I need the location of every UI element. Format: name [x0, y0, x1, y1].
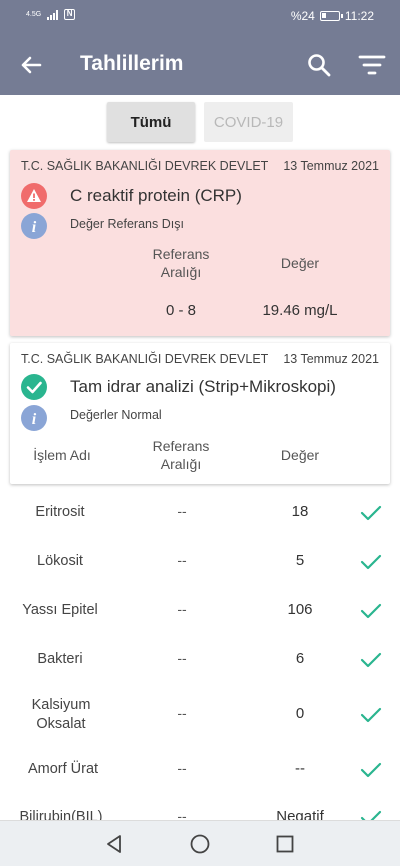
check-circle-icon [21, 374, 47, 400]
result-value: 19.46 mg/L [262, 302, 338, 319]
svg-text:i: i [32, 219, 37, 236]
result-date: 13 Temmuz 2021 [283, 159, 379, 173]
check-icon [360, 652, 382, 668]
check-icon [360, 707, 382, 723]
result-reference: -- [177, 503, 187, 519]
result-value: 6 [295, 650, 305, 667]
result-status: Değerler Normal [70, 408, 162, 422]
battery-icon [319, 11, 343, 21]
result-value: 106 [287, 601, 313, 618]
nfc-icon: N [64, 9, 76, 20]
test-name: Tam idrar analizi (Strip+Mikroskopi) [70, 377, 336, 396]
institution-name: T.C. SAĞLIK BAKANLIĞI DEVREK DEVLET [21, 159, 269, 173]
check-icon [360, 505, 382, 521]
reference-range-header: Referans Aralığı [152, 246, 210, 280]
result-date: 13 Temmuz 2021 [283, 352, 379, 366]
reference-range-value: 0 - 8 [165, 302, 196, 319]
result-name: Yassı Epitel [22, 602, 98, 618]
result-reference: -- [177, 552, 187, 568]
result-name: Kalsiyum Oksalat [31, 697, 91, 732]
result-reference: -- [177, 601, 187, 617]
tab-bar: Tümü COVID-19 [0, 102, 400, 142]
arrow-left-icon[interactable] [16, 50, 46, 80]
value-header: Değer [280, 447, 320, 463]
page-title: Tahlillerim [80, 52, 184, 75]
status-bar: 4.5G N %24 11:22 [0, 0, 400, 33]
result-reference: -- [177, 650, 187, 666]
check-icon [360, 762, 382, 778]
result-card-urinalysis[interactable]: T.C. SAĞLIK BAKANLIĞI DEVREK DEVLET 13 T… [10, 343, 390, 484]
result-reference: -- [177, 760, 187, 776]
info-icon[interactable]: i [21, 213, 47, 239]
signal-icon [47, 9, 59, 20]
search-icon[interactable] [305, 51, 333, 79]
test-name: C reaktif protein (CRP) [70, 186, 242, 205]
institution-name: T.C. SAĞLIK BAKANLIĞI DEVREK DEVLET [21, 352, 269, 366]
result-card-crp[interactable]: T.C. SAĞLIK BAKANLIĞI DEVREK DEVLET 13 T… [10, 150, 390, 336]
tab-covid19[interactable]: COVID-19 [204, 102, 293, 142]
result-name: Lökosit [37, 553, 83, 569]
tab-all[interactable]: Tümü [107, 102, 195, 142]
battery-percent: %24 [290, 9, 315, 23]
info-icon[interactable]: i [21, 405, 47, 431]
result-value: -- [295, 760, 305, 777]
nav-back-icon[interactable] [103, 833, 125, 855]
result-name: Bakteri [37, 651, 83, 667]
system-nav-bar [0, 820, 400, 866]
filter-icon[interactable] [357, 53, 387, 77]
check-icon [360, 554, 382, 570]
result-value: 18 [291, 503, 309, 520]
check-icon [360, 603, 382, 619]
status-right: %24 11:22 [291, 9, 374, 23]
svg-text:i: i [32, 411, 37, 428]
result-status: Değer Referans Dışı [70, 217, 184, 231]
app-bar: Tahlillerim [0, 33, 400, 95]
result-name: Amorf Ürat [27, 761, 99, 777]
reference-range-header: Referans Aralığı [152, 438, 210, 472]
status-left: 4.5G N [26, 9, 76, 20]
network-type-label: 4.5G [26, 11, 42, 18]
warning-icon [21, 183, 47, 209]
value-header: Değer [280, 255, 320, 271]
result-value: 0 [295, 705, 305, 722]
clock: 11:22 [344, 9, 374, 23]
result-value: 5 [295, 552, 305, 569]
nav-recents-icon[interactable] [274, 833, 296, 855]
result-reference: -- [177, 705, 187, 721]
result-name: Eritrosit [35, 504, 85, 520]
nav-home-icon[interactable] [189, 833, 211, 855]
procedure-name-header: İşlem Adı [33, 447, 91, 463]
